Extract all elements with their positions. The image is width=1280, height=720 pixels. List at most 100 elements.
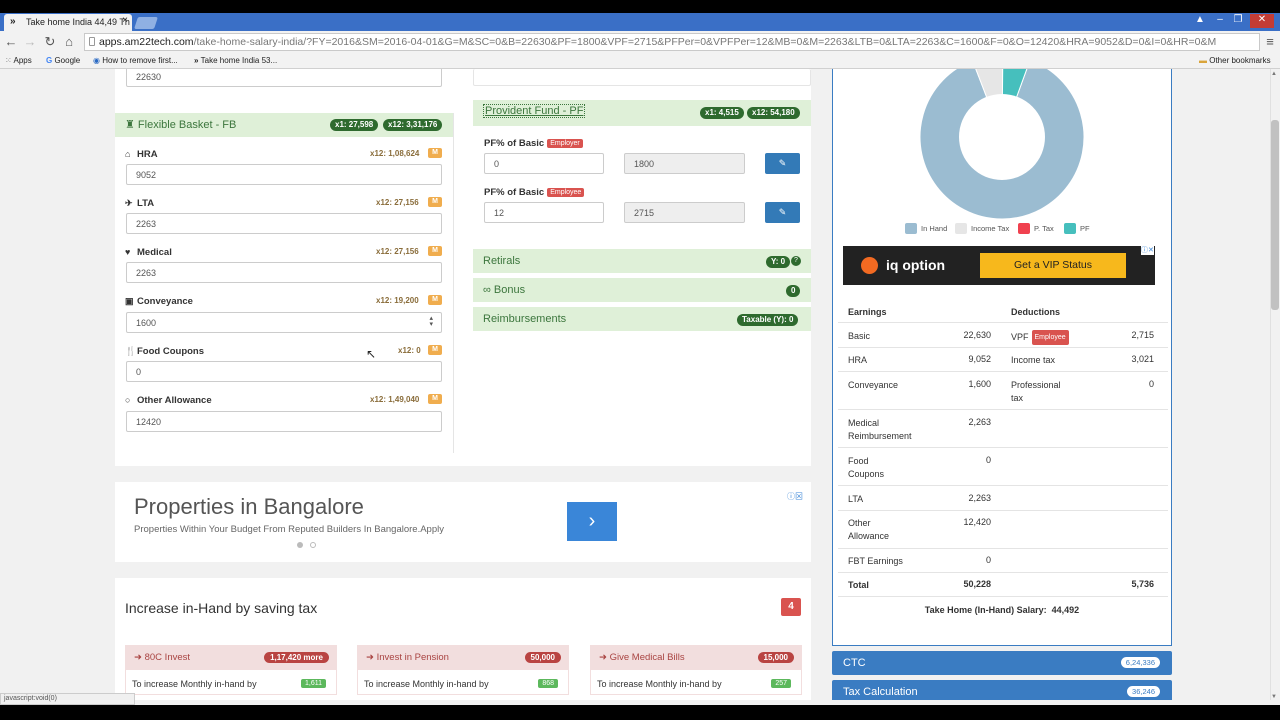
tip-pension[interactable]: ➜ Invest in Pension 50,000 To increase Mo… xyxy=(357,645,569,695)
money-icon: ∞ xyxy=(483,284,494,296)
menu-icon[interactable]: ≡ xyxy=(1262,34,1278,50)
earning-conveyance-label: Conveyance xyxy=(848,380,899,390)
bookmark-google[interactable]: G Google xyxy=(46,56,80,65)
food-coupons-input[interactable]: 0 xyxy=(126,361,442,382)
scrollbar-thumb[interactable] xyxy=(1271,120,1279,310)
employer-badge: Employer xyxy=(547,139,583,148)
pf-employer-percent-input[interactable]: 0 xyxy=(484,153,604,174)
table-divider xyxy=(838,322,1168,323)
total-earnings: 50,228 xyxy=(963,579,991,589)
legend-income-tax[interactable]: Income Tax xyxy=(955,223,1009,234)
window-close-button[interactable]: ✕ xyxy=(1250,14,1274,28)
scroll-up-icon[interactable]: ▲ xyxy=(1271,71,1277,77)
circle-icon: ○ xyxy=(125,395,131,405)
help-icon[interactable]: ? xyxy=(791,256,801,266)
arrow-right-icon: ➜ xyxy=(366,652,377,663)
ctc-value: 6,24,336 xyxy=(1120,657,1160,668)
tax-calculation-header[interactable]: Tax Calculation 36,246 xyxy=(832,680,1172,700)
other-allowance-label: ○ Other Allowance xyxy=(125,395,212,406)
reload-icon[interactable]: ↻ xyxy=(42,34,58,50)
other-allowance-input[interactable]: 12420 xyxy=(126,411,442,432)
restore-button[interactable]: ❐ xyxy=(1230,14,1246,28)
page-viewport: 22630 ♜ Flexible Basket - FB x1: 27,598 … xyxy=(0,69,1270,700)
deduction-income-tax-label: Income tax xyxy=(1011,355,1056,365)
conveyance-input[interactable]: 1600 ▴ ▾ xyxy=(126,312,442,333)
food-coupons-label: 🍴Food Coupons xyxy=(125,346,205,357)
hra-input[interactable]: 9052 xyxy=(126,164,442,185)
pf-employee-label: PF% of Basic Employee xyxy=(484,187,585,198)
pf-employer-edit-button[interactable]: ✎ xyxy=(765,153,800,174)
adchoices-icon[interactable]: ⓘ⊠ xyxy=(787,491,803,502)
provident-fund-link[interactable]: Provident Fund - PF xyxy=(483,104,586,118)
cutlery-icon: 🍴 xyxy=(125,346,137,356)
ad-arrow-button[interactable]: › xyxy=(567,502,617,541)
employee-badge: Employee xyxy=(1031,330,1069,345)
basic-salary-input[interactable]: 22630 xyxy=(126,69,442,87)
page-info-icon xyxy=(89,37,95,46)
deduction-professional-tax-label: Professional tax xyxy=(1011,380,1061,403)
tip-80c[interactable]: ➜ 80C Invest 1,17,420 more To increase Mo… xyxy=(125,645,337,695)
food-coupons-m-badge: M xyxy=(428,345,442,355)
bookmark-how-to-remove[interactable]: ◉ How to remove first... xyxy=(93,56,178,65)
tab-title: Take home India 44,49 Th xyxy=(26,17,130,27)
forward-icon[interactable]: → xyxy=(22,34,38,50)
earnings-header: Earnings xyxy=(848,307,887,317)
lta-x12: x12: 27,156 xyxy=(376,198,419,207)
lta-m-badge: M xyxy=(428,197,442,207)
pf-x12-badge: x12: 54,180 xyxy=(747,107,800,119)
bonus-badge: 0 xyxy=(786,285,801,297)
deduction-vpf-value: 2,715 xyxy=(1131,330,1154,340)
pf-employer-amount: 1800 xyxy=(624,153,745,174)
scroll-down-icon[interactable]: ▼ xyxy=(1271,694,1277,700)
user-icon[interactable]: ▲ xyxy=(1192,14,1208,28)
address-bar[interactable]: apps.am22tech.com/take-home-salary-india… xyxy=(84,33,1260,51)
retirals-header[interactable]: Retirals xyxy=(473,249,811,273)
back-icon[interactable]: ← xyxy=(3,34,19,50)
tip-medical-bills[interactable]: ➜ Give Medical Bills 15,000 To increase M… xyxy=(590,645,802,695)
close-tab-icon[interactable]: × xyxy=(122,15,128,26)
legend-in-hand[interactable]: In Hand xyxy=(905,223,947,234)
ad-dot-active[interactable] xyxy=(297,542,303,548)
deduction-vpf-label: VPF Employee xyxy=(1011,330,1069,345)
vip-status-button[interactable]: Get a VIP Status xyxy=(980,253,1126,278)
earning-food-coupons-label: Food Coupons xyxy=(848,456,885,479)
medical-x12: x12: 27,156 xyxy=(376,247,419,256)
pf-employee-amount: 2715 xyxy=(624,202,745,223)
home-icon: ⌂ xyxy=(125,149,131,159)
legend-p-tax[interactable]: P. Tax xyxy=(1018,223,1054,234)
legend-pf[interactable]: PF xyxy=(1064,223,1090,234)
properties-ad[interactable]: Properties in Bangalore Properties Withi… xyxy=(115,482,811,562)
earning-other-allowance-label: Other Allowance xyxy=(848,518,890,541)
earning-lta-value: 2,263 xyxy=(968,493,991,503)
food-coupons-x12: x12: 0 xyxy=(398,346,421,355)
conveyance-x12: x12: 19,200 xyxy=(376,296,419,305)
spinner-arrows-icon[interactable]: ▴ ▾ xyxy=(429,315,433,328)
adchoices-icon[interactable]: ⓘ✕ xyxy=(1141,245,1154,255)
minimize-button[interactable]: – xyxy=(1212,14,1228,28)
bonus-header[interactable]: ∞ Bonus xyxy=(473,278,811,302)
lta-input[interactable]: 2263 xyxy=(126,213,442,234)
hra-m-badge: M xyxy=(428,148,442,158)
ad-title[interactable]: Properties in Bangalore xyxy=(134,494,364,520)
arrow-right-icon: ➜ xyxy=(134,652,145,663)
basket-icon: ♜ xyxy=(125,119,138,131)
globe-icon: ◉ xyxy=(93,56,103,65)
pf-employee-percent-input[interactable]: 12 xyxy=(484,202,604,223)
bookmark-apps[interactable]: ⁙ Apps xyxy=(5,56,32,65)
medical-input[interactable]: 2263 xyxy=(126,262,442,283)
new-tab-button[interactable] xyxy=(134,17,158,29)
other-bookmarks[interactable]: ▬ Other bookmarks xyxy=(1199,56,1271,65)
pf-employee-edit-button[interactable]: ✎ xyxy=(765,202,800,223)
ad-dot[interactable] xyxy=(310,542,316,548)
home-icon[interactable]: ⌂ xyxy=(61,34,77,50)
browser-tab[interactable]: » Take home India 44,49 Th × xyxy=(4,14,132,31)
reimbursements-badge: Taxable (Y): 0 xyxy=(737,314,799,326)
heartbeat-icon: ♥ xyxy=(125,247,131,257)
bookmark-take-home[interactable]: » Take home India 53... xyxy=(194,56,277,65)
iq-logo-icon xyxy=(861,257,878,274)
favicon-icon: » xyxy=(194,56,201,65)
earning-hra-label: HRA xyxy=(848,355,868,365)
lta-label: ✈ LTA xyxy=(125,198,155,209)
iq-option-ad[interactable]: iq option Get a VIP Status ⓘ✕ xyxy=(843,245,1155,285)
ctc-header[interactable]: CTC 6,24,336 xyxy=(832,651,1172,675)
